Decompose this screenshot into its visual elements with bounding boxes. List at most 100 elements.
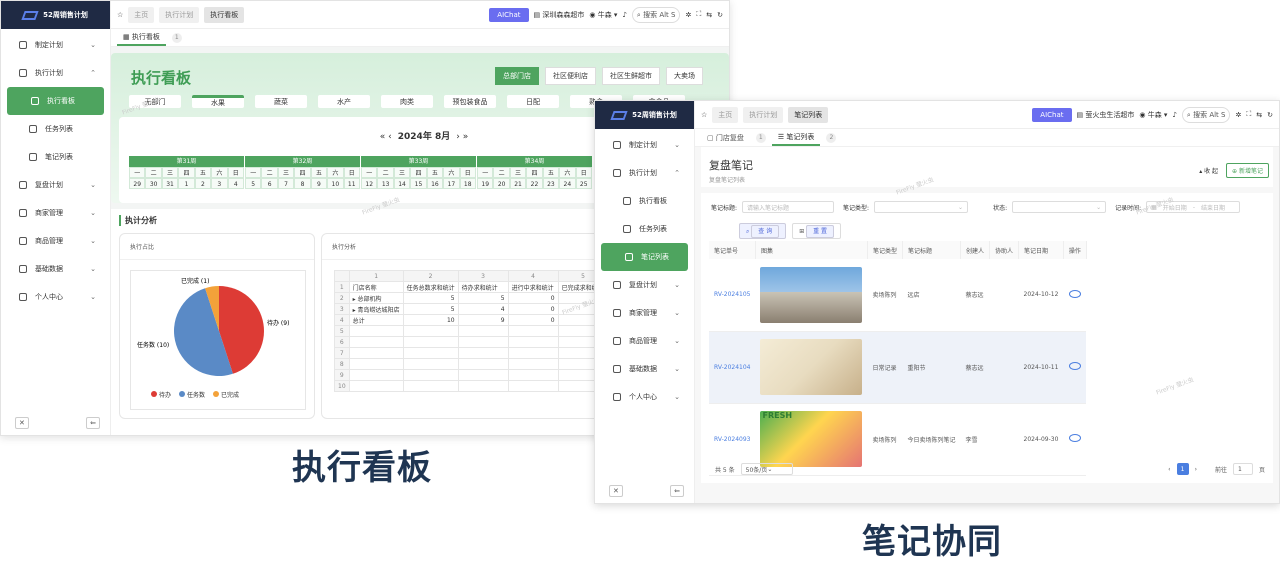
date-cell[interactable]: 9 xyxy=(310,178,328,189)
sidebar-item-6[interactable]: 商家管理 ⌄ xyxy=(1,199,110,227)
sidebar-item-2[interactable]: 执行看板 xyxy=(7,87,104,115)
date-cell[interactable]: 7 xyxy=(277,178,295,189)
store-cell[interactable]: ▸ 总部机构 xyxy=(348,292,404,304)
store-type-tab[interactable]: 社区便利店 xyxy=(545,67,596,85)
column-header[interactable]: 任务总数求和统计 xyxy=(402,281,459,293)
refresh-icon[interactable]: ↻ xyxy=(1267,111,1273,119)
prev-page-icon[interactable]: ‹ xyxy=(1168,466,1170,473)
tab-note-list[interactable]: ☰ 笔记列表 xyxy=(771,130,821,146)
column-header[interactable]: 笔记单号 xyxy=(709,241,756,259)
fullscreen-icon[interactable]: ⛶ xyxy=(696,10,701,19)
week-header[interactable]: 第34周 xyxy=(477,156,592,167)
collapse-icon[interactable]: ⇐ xyxy=(670,485,684,497)
goto-input[interactable]: 1 xyxy=(1232,463,1253,475)
status-select[interactable]: ⌄ xyxy=(1012,201,1107,213)
store-cell[interactable]: ▸ 青岛崂达城阳店 xyxy=(348,303,404,315)
week-header[interactable]: 第33周 xyxy=(361,156,476,167)
translate-icon[interactable]: ⇆ xyxy=(706,11,712,19)
column-header[interactable]: 操作 xyxy=(1063,241,1087,259)
search-box[interactable]: ⌕ 搜索 Alt S xyxy=(1181,106,1231,123)
date-cell[interactable]: 5 xyxy=(245,178,262,189)
translate-icon[interactable]: ⇆ xyxy=(1256,111,1262,119)
week-header[interactable]: 第32周 xyxy=(245,156,360,167)
refresh-icon[interactable]: ↻ xyxy=(717,11,723,19)
legend-done[interactable]: 已完成 xyxy=(213,390,239,399)
date-cell[interactable]: 23 xyxy=(542,178,560,189)
column-header[interactable]: 进行中求和统计 xyxy=(507,281,559,293)
bell-icon[interactable]: ♪ xyxy=(1172,111,1176,119)
sidebar-item-0[interactable]: 制定计划 ⌄ xyxy=(595,131,694,159)
date-cell[interactable]: 4 xyxy=(227,178,244,189)
date-cell[interactable]: 17 xyxy=(443,178,460,189)
reset-button[interactable]: ⊞ 重 置 xyxy=(792,223,842,239)
sidebar-item-4[interactable]: 笔记列表 xyxy=(1,143,110,171)
collapse-button[interactable]: ▴ 收 起 xyxy=(1199,166,1218,175)
category-tab[interactable]: 蔬菜 xyxy=(255,95,307,108)
date-cell[interactable]: 3 xyxy=(211,178,228,189)
date-cell[interactable]: 20 xyxy=(493,178,510,189)
sidebar-item-3[interactable]: 任务列表 xyxy=(595,215,694,243)
store-type-tab[interactable]: 社区生鲜超市 xyxy=(602,67,660,85)
sidebar-item-2[interactable]: 执行看板 xyxy=(595,187,694,215)
store-cell[interactable]: 总计 xyxy=(348,314,404,326)
column-header[interactable]: 创建人 xyxy=(960,241,991,259)
date-cell[interactable]: 1 xyxy=(178,178,195,189)
prev-year-icon[interactable]: « xyxy=(380,132,386,142)
page-size-select[interactable]: 50条/页 ⌄ xyxy=(740,463,793,475)
store-selector[interactable]: ▤ 萤火虫生活超市 xyxy=(1077,110,1135,120)
prev-month-icon[interactable]: ‹ xyxy=(388,132,392,142)
sidebar-item-7[interactable]: 商品管理 ⌄ xyxy=(595,327,694,355)
note-id-link[interactable]: RV-2024104 xyxy=(709,331,756,404)
date-cell[interactable]: 13 xyxy=(377,178,394,189)
tab-execution-board[interactable]: ▦ 执行看板 xyxy=(117,30,166,46)
date-cell[interactable]: 14 xyxy=(393,178,411,189)
next-month-icon[interactable]: › xyxy=(456,132,460,142)
breadcrumb-plan[interactable]: 执行计划 xyxy=(743,106,784,123)
column-header[interactable]: 待办求和统计 xyxy=(457,281,509,293)
note-thumbnail[interactable]: FRESH xyxy=(760,411,863,467)
column-header[interactable]: 门店名称 xyxy=(348,281,404,293)
sidebar-item-9[interactable]: 个人中心 ⌄ xyxy=(1,283,110,311)
sidebar-item-8[interactable]: 基础数据 ⌄ xyxy=(595,355,694,383)
aichat-button[interactable]: AIChat xyxy=(489,7,529,22)
eye-icon[interactable] xyxy=(1068,289,1081,298)
note-thumbnail[interactable] xyxy=(760,266,863,323)
date-cell[interactable]: 30 xyxy=(145,178,162,189)
sidebar-item-1[interactable]: 执行计划 ⌃ xyxy=(595,159,694,187)
eye-icon[interactable] xyxy=(1068,362,1081,370)
next-year-icon[interactable]: » xyxy=(463,132,469,142)
type-select[interactable]: ⌄ xyxy=(874,201,969,213)
tab-store-review[interactable]: ▢ 门店复盘 xyxy=(701,131,750,145)
sidebar-item-1[interactable]: 执行计划 ⌃ xyxy=(1,59,110,87)
fullscreen-icon[interactable]: ⛶ xyxy=(1246,110,1251,119)
legend-todo[interactable]: 待办 xyxy=(151,390,171,399)
category-tab[interactable]: 日配 xyxy=(507,95,559,108)
category-tab[interactable]: 预包装食品 xyxy=(444,95,496,108)
date-cell[interactable]: 15 xyxy=(410,178,427,189)
date-cell[interactable]: 10 xyxy=(327,178,344,189)
table-row[interactable]: RV-2024105 卖场陈列 远店 蔡志远 2024-10-12 xyxy=(709,259,1087,332)
pin-icon[interactable]: ✕ xyxy=(609,485,623,497)
bell-icon[interactable]: ♪ xyxy=(622,11,626,19)
date-cell[interactable]: 21 xyxy=(509,178,527,189)
category-tab[interactable]: 水果 xyxy=(192,95,244,108)
aichat-button[interactable]: AIChat xyxy=(1032,107,1072,122)
store-type-tab[interactable]: 大卖场 xyxy=(666,67,703,85)
next-page-icon[interactable]: › xyxy=(1195,466,1197,473)
date-cell[interactable]: 12 xyxy=(361,178,378,189)
star-icon[interactable]: ☆ xyxy=(701,111,707,119)
date-cell[interactable]: 8 xyxy=(294,178,311,189)
sidebar-item-9[interactable]: 个人中心 ⌄ xyxy=(595,383,694,411)
date-cell[interactable]: 11 xyxy=(343,178,360,189)
date-cell[interactable]: 18 xyxy=(459,178,476,189)
gear-icon[interactable]: ✲ xyxy=(685,11,691,19)
breadcrumb-home[interactable]: 主页 xyxy=(128,6,155,23)
store-type-tab[interactable]: 总部门店 xyxy=(495,67,539,85)
sidebar-item-6[interactable]: 商家管理 ⌄ xyxy=(595,299,694,327)
new-note-button[interactable]: ⊕ 新增笔记 xyxy=(1226,163,1269,178)
breadcrumb-home[interactable]: 主页 xyxy=(712,106,739,123)
title-input[interactable]: 请输入笔记标题 xyxy=(742,201,835,213)
column-header[interactable]: 图集 xyxy=(755,241,868,259)
date-cell[interactable]: 22 xyxy=(526,178,543,189)
date-cell[interactable]: 31 xyxy=(161,178,179,189)
